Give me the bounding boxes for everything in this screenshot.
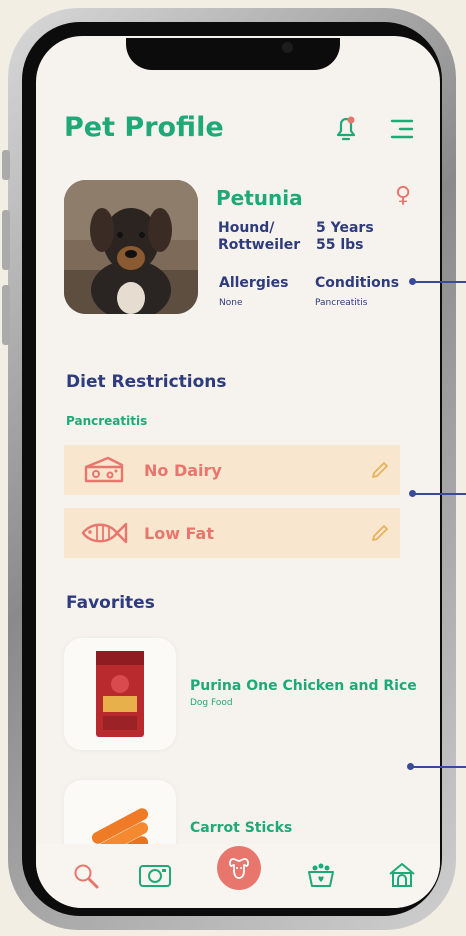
menu-icon[interactable] xyxy=(390,118,414,144)
breed-line-1: Hound/ xyxy=(218,220,275,236)
annotation-pointer-line xyxy=(413,493,466,495)
female-icon: ♀ xyxy=(395,183,412,208)
annotation-pointer-line xyxy=(413,281,466,283)
phone-side-button xyxy=(2,150,10,180)
bell-icon[interactable] xyxy=(333,114,359,146)
diet-item[interactable]: No Dairy xyxy=(64,445,400,495)
diet-item-label: No Dairy xyxy=(144,460,222,480)
dog-house-icon[interactable] xyxy=(388,862,416,892)
phone-side-button xyxy=(2,210,10,270)
pet-age-weight: 5 Years 55 lbs xyxy=(316,220,374,254)
favorite-image[interactable] xyxy=(64,638,176,750)
search-icon[interactable] xyxy=(72,862,100,894)
conditions-label: Conditions xyxy=(315,275,400,291)
phone-notch xyxy=(126,38,340,70)
favorite-category: Dog Food xyxy=(190,698,233,708)
diet-item-label: Low Fat xyxy=(144,523,214,543)
breed-line-2: Rottweiler xyxy=(218,237,301,253)
allergies-value: None xyxy=(219,298,243,308)
favorite-name: Carrot Sticks xyxy=(190,820,293,836)
annotation-pointer-line xyxy=(411,766,466,768)
favorite-name: Purina One Chicken and Rice xyxy=(190,678,417,694)
pet-age: 5 Years xyxy=(316,220,374,236)
diet-condition-label: Pancreatitis xyxy=(66,414,148,428)
cheese-icon xyxy=(64,455,144,485)
diet-item[interactable]: Low Fat xyxy=(64,508,400,558)
pet-breed: Hound/ Rottweiler xyxy=(218,220,308,254)
pet-weight: 55 lbs xyxy=(316,237,364,253)
conditions-value: Pancreatitis xyxy=(315,298,368,308)
favorites-section-title: Favorites xyxy=(66,593,155,613)
camera-icon[interactable] xyxy=(138,862,172,892)
fish-icon xyxy=(64,518,144,548)
pet-name: Petunia xyxy=(216,186,303,210)
allergies-label: Allergies xyxy=(219,275,289,291)
dog-icon[interactable] xyxy=(217,846,261,890)
phone-side-button xyxy=(2,285,10,345)
pencil-icon[interactable] xyxy=(360,523,400,543)
page-title: Pet Profile xyxy=(64,112,224,143)
food-bowl-icon[interactable] xyxy=(306,862,336,892)
pet-photo[interactable] xyxy=(64,180,198,314)
pencil-icon[interactable] xyxy=(360,460,400,480)
front-camera xyxy=(282,42,293,53)
diet-section-title: Diet Restrictions xyxy=(66,372,227,392)
